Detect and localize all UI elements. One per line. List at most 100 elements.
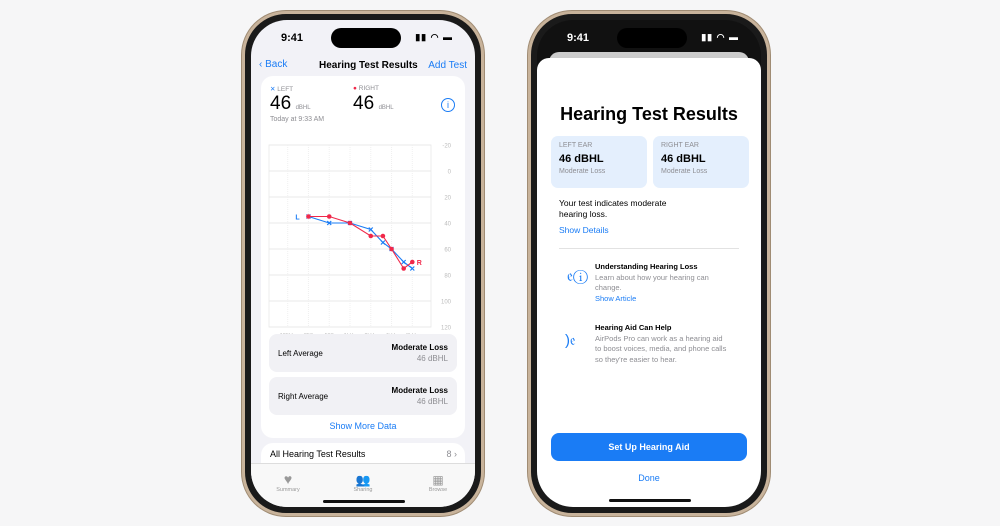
left-average-category: Moderate Loss — [391, 343, 448, 352]
data-point-R — [410, 259, 415, 265]
right-legend-label: RIGHT — [358, 85, 379, 92]
done-button[interactable]: Done — [537, 473, 761, 483]
y-tick-label: -20 — [442, 144, 451, 150]
y-tick-label: 100 — [441, 300, 452, 306]
show-more-data-link[interactable]: Show More Data — [261, 421, 465, 431]
phone-health-app: 9:41 ▮▮ ◠ ▬ ‹ Back Hearing Test Results … — [242, 11, 484, 516]
divider — [559, 248, 739, 249]
add-test-button[interactable]: Add Test — [428, 60, 467, 71]
tab-label: Browse — [428, 487, 448, 493]
info-item-understanding: Understanding Hearing Loss Learn about h… — [595, 262, 720, 304]
left-value: 46 dBHL — [270, 93, 311, 115]
series-line-R — [308, 215, 413, 270]
data-point-L — [401, 259, 407, 265]
info-item-hearing-aid: Hearing Aid Can Help AirPods Pro can wor… — [595, 323, 730, 365]
all-results-count: 8 › — [446, 449, 457, 459]
tab-browse[interactable]: ▦ Browse — [408, 473, 468, 493]
y-tick-label: 120 — [441, 326, 452, 332]
status-time: 9:41 — [281, 32, 304, 44]
data-point-R — [401, 266, 406, 271]
left-ear-card: LEFT EAR 46 dBHL Moderate Loss — [551, 136, 647, 188]
show-article-link[interactable]: Show Article — [595, 294, 720, 305]
left-value-number: 46 — [270, 93, 292, 114]
status-time: 9:41 — [567, 32, 590, 44]
signal-wifi-battery-icon: ▮▮ ◠ ▬ — [701, 32, 739, 42]
timestamp: Today at 9:33 AM — [270, 116, 325, 123]
grid-icon: ▦ — [432, 473, 444, 487]
results-card: ✕ LEFT 46 dBHL ● RIGHT 46 dBHL Today at … — [261, 76, 465, 438]
left-ear-category: Moderate Loss — [559, 168, 606, 175]
sheet: Hearing Test Results LEFT EAR 46 dBHL Mo… — [537, 58, 761, 507]
right-average-value: 46 dBHL — [416, 397, 448, 406]
left-legend: ✕ LEFT — [270, 85, 293, 93]
right-average-label: Right Average — [278, 392, 329, 401]
count: 8 — [446, 449, 452, 459]
data-point-R — [368, 233, 374, 239]
data-point-R — [389, 246, 394, 252]
item-title: Hearing Aid Can Help — [595, 323, 672, 332]
y-tick-label: 60 — [444, 248, 451, 254]
screen: 9:41 ▮▮ ◠ ▬ ‹ Back Hearing Test Results … — [251, 20, 475, 507]
screen: 9:41 ▮▮ ◠ ▬ Hearing Test Results LEFT EA… — [537, 20, 761, 507]
phone-result-sheet: 9:41 ▮▮ ◠ ▬ Hearing Test Results LEFT EA… — [528, 11, 770, 516]
back-button[interactable]: ‹ Back — [259, 59, 287, 70]
right-ear-card: RIGHT EAR 46 dBHL Moderate Loss — [653, 136, 749, 188]
home-indicator — [323, 500, 405, 503]
right-value-number: 46 — [353, 93, 375, 114]
series-label-R: R — [417, 260, 422, 267]
y-tick-label: 0 — [448, 170, 452, 176]
left-average-label: Left Average — [278, 349, 323, 358]
y-tick-label: 80 — [444, 274, 451, 280]
series-line-L — [308, 215, 413, 269]
series-label-L: L — [295, 215, 300, 222]
signal-wifi-battery-icon: ▮▮ ◠ ▬ — [415, 32, 453, 42]
data-point-R — [326, 214, 332, 219]
tab-bar: ♥ Summary 👥 Sharing ▦ Browse — [251, 463, 475, 507]
item-body: AirPods Pro can work as a hearing aid to… — [595, 333, 727, 364]
item-title: Understanding Hearing Loss — [595, 262, 698, 271]
right-average-category: Moderate Loss — [391, 386, 448, 395]
right-legend: ● RIGHT — [353, 85, 379, 92]
dynamic-island — [617, 28, 687, 48]
tab-label: Sharing — [353, 487, 373, 493]
ear-sound-icon: )𝔢 — [565, 332, 576, 349]
left-ear-label: LEFT EAR — [559, 142, 593, 149]
x-marker-icon: ✕ — [270, 86, 276, 93]
set-up-hearing-aid-button[interactable]: Set Up Hearing Aid — [551, 433, 747, 461]
data-point-R — [380, 233, 386, 239]
home-indicator — [609, 499, 691, 502]
right-ear-label: RIGHT EAR — [661, 142, 699, 149]
show-details-link[interactable]: Show Details — [559, 225, 609, 235]
nav-title: Hearing Test Results — [319, 60, 418, 71]
status-bar: 9:41 ▮▮ ◠ ▬ — [537, 20, 761, 50]
tab-sharing[interactable]: 👥 Sharing — [333, 473, 393, 493]
y-tick-label: 20 — [444, 196, 451, 202]
right-ear-value: 46 dBHL — [661, 153, 706, 165]
people-icon: 👥 — [355, 473, 371, 487]
data-point-L — [380, 240, 386, 245]
left-ear-value: 46 dBHL — [559, 153, 604, 165]
y-tick-label: 40 — [444, 222, 451, 228]
audiogram-chart: -20020406080100120125Hz2505001kHz2kHz4kH… — [268, 144, 452, 339]
ear-info-icon: 𝔢ⓘ — [567, 268, 588, 285]
dot-marker-icon: ● — [353, 85, 357, 92]
right-unit: dBHL — [378, 105, 394, 111]
tab-summary[interactable]: ♥ Summary — [258, 471, 318, 493]
all-results-label: All Hearing Test Results — [270, 449, 366, 459]
right-average-row[interactable]: Right Average Moderate Loss 46 dBHL — [269, 377, 457, 415]
left-unit: dBHL — [295, 105, 311, 111]
left-average-row[interactable]: Left Average Moderate Loss 46 dBHL — [269, 334, 457, 372]
back-label: Back — [265, 59, 288, 70]
right-ear-category: Moderate Loss — [661, 168, 708, 175]
left-average-value: 46 dBHL — [416, 354, 448, 363]
status-bar: 9:41 ▮▮ ◠ ▬ — [251, 20, 475, 50]
right-value: 46 dBHL — [353, 93, 394, 115]
sheet-title: Hearing Test Results — [560, 104, 738, 124]
summary-text: Your test indicates moderate hearing los… — [559, 198, 667, 219]
info-icon[interactable]: i — [441, 98, 455, 112]
heart-icon: ♥ — [283, 471, 293, 487]
data-point-R — [347, 220, 353, 226]
left-legend-label: LEFT — [277, 86, 294, 93]
tab-label: Summary — [276, 487, 300, 493]
data-point-R — [306, 214, 311, 219]
